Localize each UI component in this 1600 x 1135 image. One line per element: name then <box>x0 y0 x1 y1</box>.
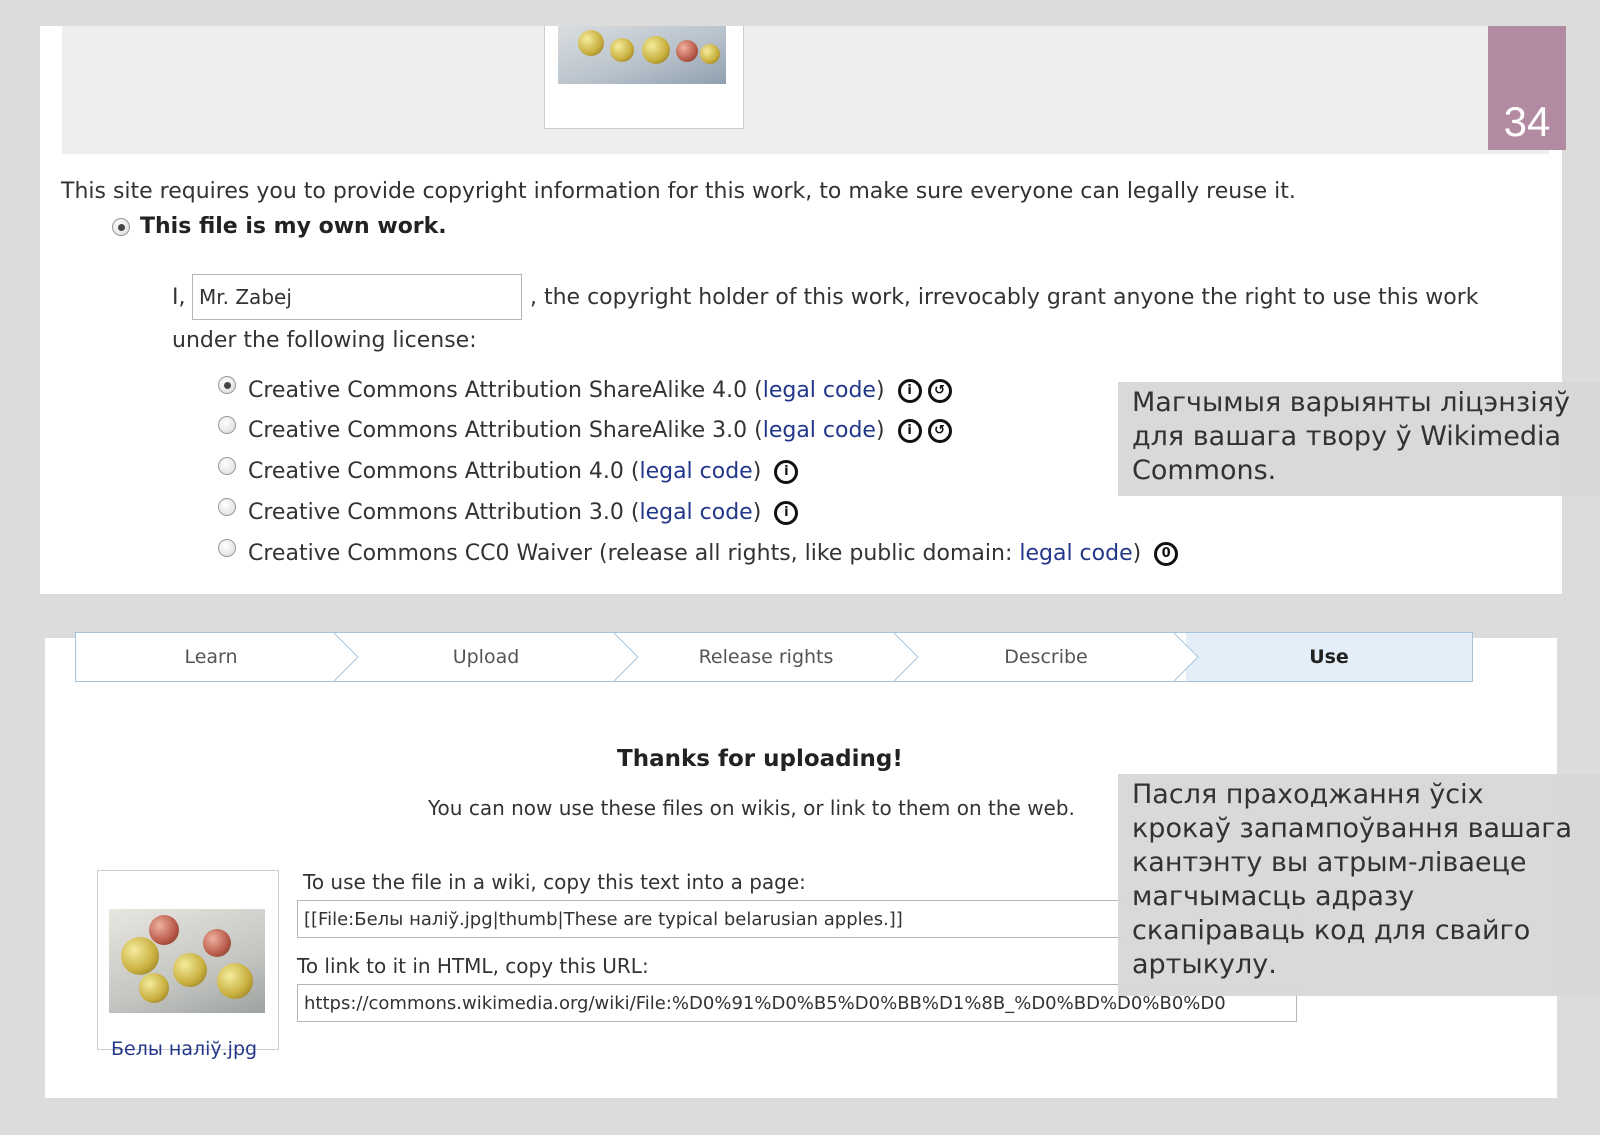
by-icon: i <box>774 501 799 525</box>
step-release-rights: Release rights <box>698 646 834 668</box>
license-panel: 34 This site requires you to provide cop… <box>40 26 1566 594</box>
own-work-label: This file is my own work. <box>140 214 447 239</box>
legal-code-link[interactable]: legal code <box>639 459 752 484</box>
zero-icon: 0 <box>1154 542 1179 566</box>
license-label: Creative Commons Attribution 4.0 ( <box>248 459 640 484</box>
license-option-cc-by-sa-4: Creative Commons Attribution ShareAlike … <box>248 378 952 403</box>
apples-photo[interactable] <box>109 909 265 1013</box>
paren: ) <box>752 459 762 484</box>
license-radio-cc-by-sa-3[interactable] <box>218 416 236 434</box>
license-radio-cc-by-4[interactable] <box>218 457 236 475</box>
grant-text: , the copyright holder of this work, irr… <box>530 285 1479 310</box>
step-upload: Upload <box>452 646 520 668</box>
license-radio-cc0[interactable] <box>218 539 236 557</box>
grant-text-line2: under the following license: <box>172 328 477 353</box>
license-radio-cc-by-3[interactable] <box>218 498 236 516</box>
license-option-cc0: Creative Commons CC0 Waiver (release all… <box>248 541 1179 566</box>
license-option-cc-by-3: Creative Commons Attribution 3.0 (legal … <box>248 500 799 525</box>
thanks-subtitle: You can now use these files on wikis, or… <box>428 796 1075 820</box>
legal-code-link[interactable]: legal code <box>763 378 876 403</box>
legal-code-link[interactable]: legal code <box>763 418 876 443</box>
by-icon: i <box>774 460 799 484</box>
license-label: Creative Commons Attribution 3.0 ( <box>248 500 640 525</box>
license-label: Creative Commons Attribution ShareAlike … <box>248 378 763 403</box>
apples-photo <box>558 26 726 84</box>
license-radio-cc-by-sa-4[interactable] <box>218 376 236 394</box>
thanks-title: Thanks for uploading! <box>617 746 903 772</box>
step-learn: Learn <box>184 646 238 668</box>
image-thumbnail <box>544 26 744 129</box>
html-url-label: To link to it in HTML, copy this URL: <box>297 954 649 978</box>
step-describe: Describe <box>1004 646 1088 668</box>
license-option-cc-by-4: Creative Commons Attribution 4.0 (legal … <box>248 459 799 484</box>
paren: ) <box>1132 541 1142 566</box>
author-name-input[interactable]: Mr. Zabej <box>192 274 522 320</box>
license-option-cc-by-sa-3: Creative Commons Attribution ShareAlike … <box>248 418 952 443</box>
upload-steps-bar: Learn Upload Release rights Describe Use <box>75 632 1473 682</box>
paren: ) <box>875 378 885 403</box>
step-use: Use <box>1186 633 1472 681</box>
file-thumbnail-frame <box>97 870 279 1050</box>
legal-code-link[interactable]: legal code <box>1019 541 1132 566</box>
sa-icon: ↺ <box>927 419 952 443</box>
license-label: Creative Commons CC0 Waiver (release all… <box>248 541 1020 566</box>
file-caption-link[interactable]: Белы наліў.jpg <box>111 1038 257 1060</box>
legal-code-link[interactable]: legal code <box>639 500 752 525</box>
paren: ) <box>875 418 885 443</box>
by-icon: i <box>897 419 922 443</box>
copyright-intro: This site requires you to provide copyri… <box>61 179 1296 204</box>
license-label: Creative Commons Attribution ShareAlike … <box>248 418 763 443</box>
page-number-badge: 34 <box>1488 26 1566 150</box>
grant-prefix: I, <box>172 285 186 310</box>
use-callout: Пасля праходжання ўсіх крокаў запампоўва… <box>1118 774 1600 996</box>
by-icon: i <box>897 379 922 403</box>
paren: ) <box>752 500 762 525</box>
sa-icon: ↺ <box>927 379 952 403</box>
image-preview-band <box>62 26 1549 154</box>
wiki-code-label: To use the file in a wiki, copy this tex… <box>303 870 806 894</box>
own-work-radio[interactable] <box>112 218 130 236</box>
license-callout: Магчымыя варыянты ліцэнзіяў для вашага т… <box>1118 382 1600 496</box>
